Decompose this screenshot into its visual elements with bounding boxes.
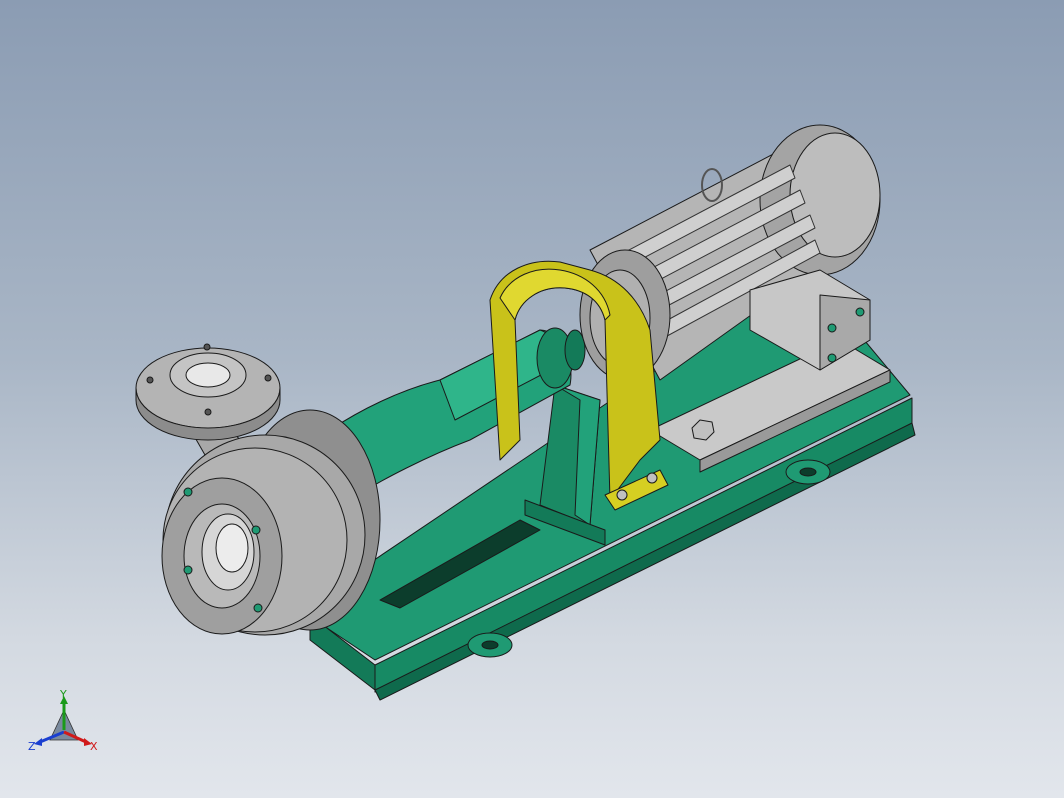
y-axis-label: Y (59, 690, 67, 701)
z-axis-label: Z (28, 740, 36, 753)
pump-assembly-model[interactable] (0, 0, 1064, 798)
x-axis-label: X (90, 740, 98, 753)
reference-triad: Y Z X (28, 690, 98, 753)
pump-casing (161, 409, 381, 636)
graphics-viewport[interactable]: Y Z X (0, 0, 1064, 798)
suction-flange (161, 477, 283, 635)
